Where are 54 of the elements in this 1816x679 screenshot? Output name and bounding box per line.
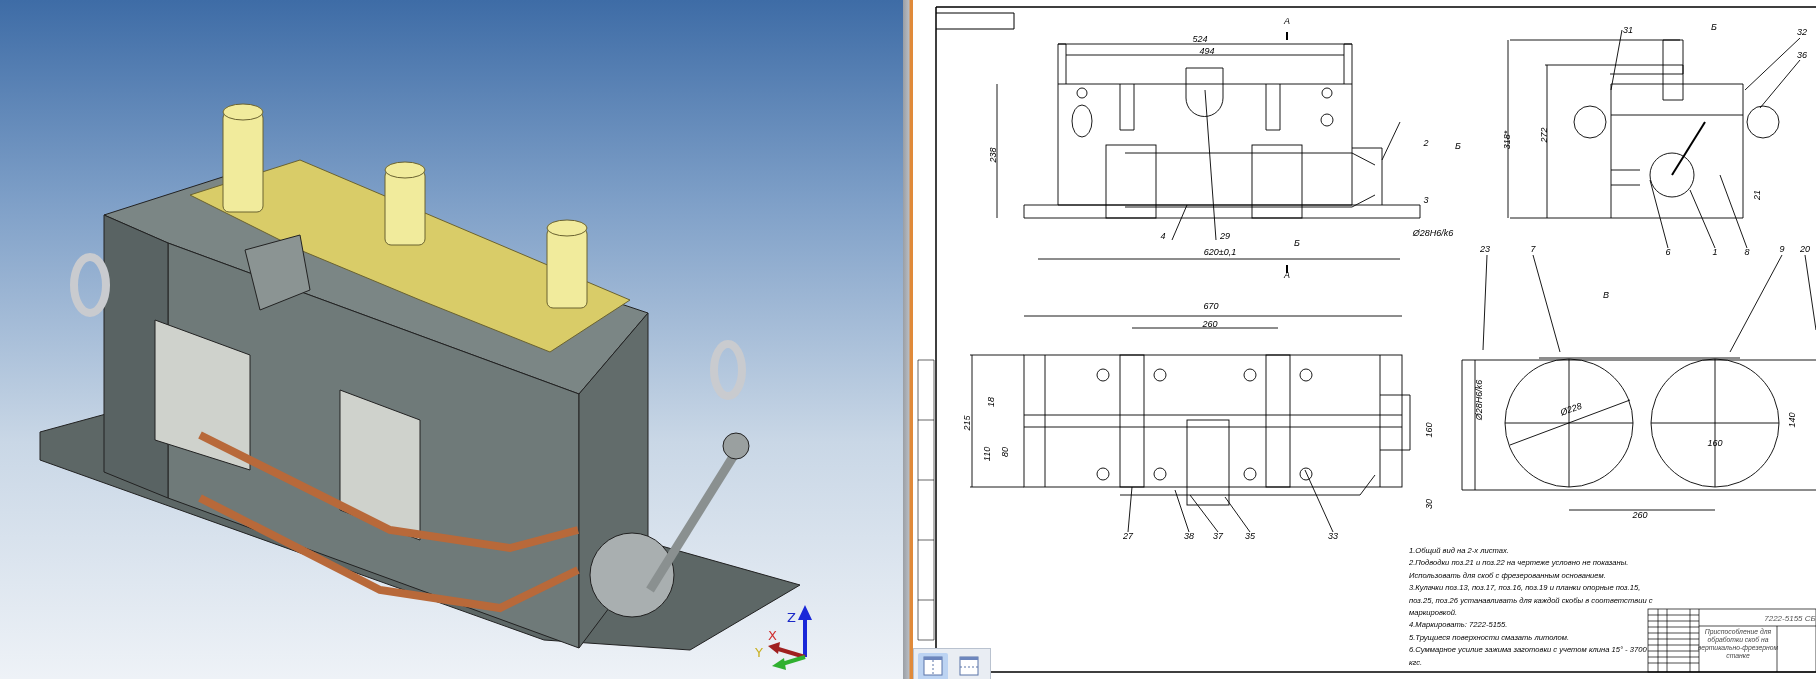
dimension-label: 36 bbox=[1797, 50, 1807, 60]
dimension-label: 7 bbox=[1530, 244, 1536, 254]
sheet-layout-icon bbox=[959, 656, 979, 676]
sheet-tab[interactable] bbox=[918, 653, 948, 679]
dimension-label: В bbox=[1603, 290, 1609, 300]
dimension-label: 670 bbox=[1203, 301, 1219, 311]
dimension-label: Б bbox=[1294, 238, 1300, 248]
dimension-label: Б bbox=[1711, 22, 1717, 32]
dimension-label: 260 bbox=[1632, 510, 1648, 520]
dimension-label: 33 bbox=[1328, 531, 1338, 541]
dimension-label: 620±0,1 bbox=[1203, 247, 1237, 257]
dimension-label: 32 bbox=[1797, 27, 1807, 37]
dimension-label: 2 bbox=[1423, 138, 1429, 148]
axis-triad-drawing bbox=[768, 605, 812, 670]
dimension-label: 215 bbox=[962, 415, 972, 431]
dimension-label: 9 bbox=[1779, 244, 1785, 254]
dimension-label: 260 bbox=[1202, 319, 1218, 329]
axis-label: Y bbox=[755, 645, 763, 660]
dimension-label: Ø28H6/k6 bbox=[1412, 228, 1454, 238]
dimension-label: 37 bbox=[1213, 531, 1223, 541]
dimension-label: 23 bbox=[1480, 244, 1490, 254]
axis-label: Z bbox=[787, 610, 796, 625]
dimension-label: 524 bbox=[1192, 34, 1208, 44]
dimension-label: 272 bbox=[1539, 127, 1549, 143]
dimension-label: Б bbox=[1455, 141, 1461, 151]
dimension-label: 238 bbox=[988, 147, 998, 163]
dimension-label: 21 bbox=[1752, 190, 1762, 200]
dimension-label: 8 bbox=[1744, 247, 1750, 257]
dimension-label: 80 bbox=[1000, 447, 1010, 457]
drawing-number: 7222-5155 СБ bbox=[1764, 614, 1816, 623]
axis-label: X bbox=[768, 628, 777, 643]
dimension-label: 1 bbox=[1712, 247, 1718, 257]
dimension-label: 318* bbox=[1502, 130, 1512, 150]
dimension-label: 160 bbox=[1707, 438, 1723, 448]
sheet-layout-icon bbox=[923, 656, 943, 676]
dimension-label: Ø228 bbox=[1558, 400, 1584, 418]
dimension-label: 6 bbox=[1665, 247, 1671, 257]
dimension-label: 140 bbox=[1787, 412, 1797, 428]
model-viewport[interactable]: Z X Y bbox=[0, 0, 903, 679]
dimension-label: 110 bbox=[982, 446, 992, 462]
dimension-label: 30 bbox=[1424, 499, 1434, 509]
dimension-label: 27 bbox=[1123, 531, 1133, 541]
dimension-label: 38 bbox=[1184, 531, 1194, 541]
dimension-label: 20 bbox=[1800, 244, 1810, 254]
dimension-label: 29 bbox=[1220, 231, 1230, 241]
dimension-label: Ø28H6/k6 bbox=[1474, 379, 1484, 421]
dimension-label: 494 bbox=[1199, 46, 1215, 56]
dimension-label: 4 bbox=[1160, 231, 1166, 241]
dimension-label: 18 bbox=[986, 397, 996, 407]
dimension-label: 160 bbox=[1424, 422, 1434, 438]
dimension-label: 31 bbox=[1623, 25, 1633, 35]
dimension-label: 3 bbox=[1423, 195, 1429, 205]
dimension-label: А bbox=[1284, 16, 1290, 26]
dimension-label: 35 bbox=[1245, 531, 1255, 541]
